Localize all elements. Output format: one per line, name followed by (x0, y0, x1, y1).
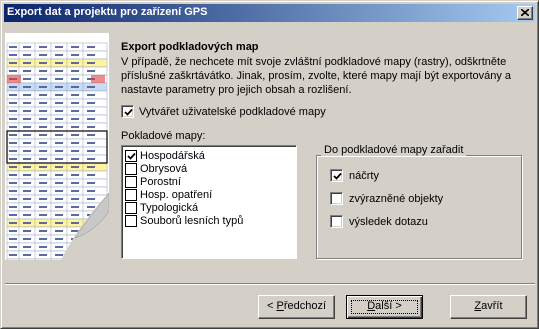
create-maps-checkbox[interactable]: Vytvářet uživatelské podkladové mapy (121, 105, 326, 118)
checkbox-box[interactable] (125, 214, 137, 227)
list-item-label: Hospodářská (140, 149, 205, 162)
close-button[interactable]: Zavřít (450, 295, 527, 319)
list-item-hosp-opatreni[interactable]: Hosp. opatření (125, 188, 293, 201)
list-item-label: Obrysová (140, 162, 188, 175)
highlighted-objects-checkbox[interactable]: zvýrazněné objekty (330, 192, 443, 205)
maps-checklist[interactable]: Hospodářská Obrysová Porostní Hosp. opat… (121, 145, 297, 259)
back-mnemonic: P (276, 300, 284, 312)
checkbox-box[interactable] (125, 188, 137, 201)
close-icon[interactable] (517, 6, 533, 20)
list-item-label: Hosp. opatření (140, 188, 213, 201)
export-dialog: Export dat a projektu pro zařízení GPS E… (0, 0, 539, 329)
section-heading: Export podkladových map (121, 41, 259, 53)
query-result-label: výsledek dotazu (349, 215, 428, 228)
footer-separator (5, 283, 535, 285)
focus-rect (351, 300, 418, 314)
checkbox-box[interactable] (125, 149, 137, 162)
naacrty-checkbox[interactable]: náčrty (330, 169, 379, 182)
checkbox-box[interactable] (121, 105, 134, 118)
list-item-typologicka[interactable]: Typologická (125, 201, 293, 214)
checkbox-box[interactable] (125, 175, 137, 188)
list-item-obrysova[interactable]: Obrysová (125, 162, 293, 175)
back-rest: ředchozí (283, 300, 327, 312)
list-item-souboru-lesnich-typu[interactable]: Souborů lesních typů (125, 214, 293, 227)
close-rest: avřít (481, 300, 503, 312)
list-item-porostni[interactable]: Porostní (125, 175, 293, 188)
checkbox-box[interactable] (125, 201, 137, 214)
query-result-checkbox[interactable]: výsledek dotazu (330, 215, 428, 228)
naacrty-label: náčrty (349, 169, 379, 182)
maps-list-label: Pokladové mapy: (121, 130, 206, 142)
include-group-title: Do podkladové mapy zařadit (321, 144, 467, 156)
next-button[interactable]: Další > (346, 295, 423, 319)
list-item-label: Souborů lesních typů (140, 214, 244, 227)
checkbox-box[interactable] (125, 162, 137, 175)
checkbox-box[interactable] (330, 192, 343, 205)
checkbox-box[interactable] (330, 169, 343, 182)
window-title: Export dat a projektu pro zařízení GPS (7, 6, 208, 18)
list-item-label: Porostní (140, 175, 181, 188)
back-button[interactable]: < Předchozí (258, 295, 335, 319)
title-bar[interactable]: Export dat a projektu pro zařízení GPS (4, 4, 535, 22)
checkbox-box[interactable] (330, 215, 343, 228)
list-item-label: Typologická (140, 201, 199, 214)
create-maps-label: Vytvářet uživatelské podkladové mapy (139, 105, 326, 118)
highlighted-objects-label: zvýrazněné objekty (349, 192, 444, 205)
list-item-hospodarska[interactable]: Hospodářská (125, 149, 293, 162)
section-description: V případě, že nechcete mít svoje zvláštn… (121, 56, 512, 96)
spreadsheet-illustration (5, 33, 109, 260)
